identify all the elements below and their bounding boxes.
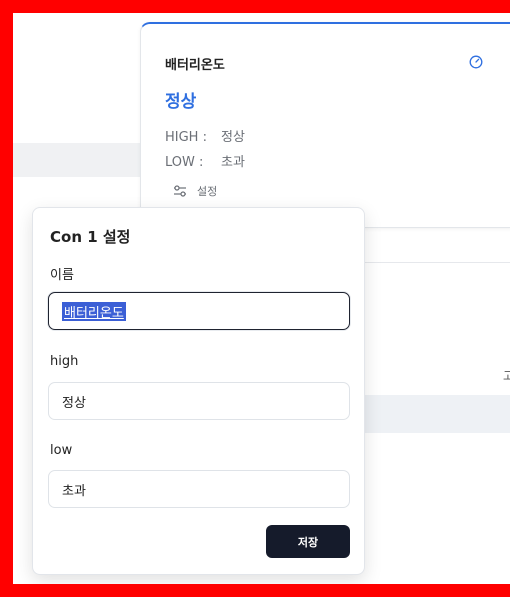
low-input[interactable]: 초과 bbox=[48, 470, 350, 508]
low-input-value: 초과 bbox=[62, 483, 86, 499]
low-value: 초과 bbox=[221, 155, 245, 170]
low-field-label: low bbox=[50, 443, 73, 458]
high-input[interactable]: 정상 bbox=[48, 382, 350, 420]
high-row: HIGH : 정상 bbox=[165, 126, 245, 145]
bg-column-header: 고 bbox=[503, 369, 510, 383]
sensor-card: 배터리온도 정상 HIGH : 정상 LOW : 초과 설정 bbox=[140, 22, 510, 228]
name-input[interactable]: 배터리온도 bbox=[48, 292, 350, 330]
name-label: 이름 bbox=[50, 268, 74, 283]
settings-popover: Con 1 설정 이름 배터리온도 high 정상 low 초과 저장 bbox=[32, 207, 365, 575]
gauge-icon[interactable] bbox=[469, 55, 483, 69]
settings-link[interactable]: 설정 bbox=[173, 183, 217, 199]
card-title: 배터리온도 bbox=[165, 58, 225, 73]
sliders-icon bbox=[174, 185, 186, 197]
high-input-value: 정상 bbox=[62, 395, 86, 411]
low-row: LOW : 초과 bbox=[165, 151, 245, 170]
bg-table-row bbox=[360, 395, 510, 433]
high-field-label: high bbox=[50, 354, 79, 369]
save-button[interactable]: 저장 bbox=[266, 525, 350, 558]
bg-divider bbox=[13, 143, 143, 177]
high-label: HIGH : bbox=[165, 130, 207, 145]
popover-title: Con 1 설정 bbox=[50, 228, 131, 246]
high-value: 정상 bbox=[221, 130, 245, 145]
settings-label: 설정 bbox=[197, 185, 218, 198]
bg-divider bbox=[360, 262, 510, 263]
highlight-frame-edge bbox=[500, 0, 510, 13]
name-input-value: 배터리온도 bbox=[62, 301, 126, 321]
low-label: LOW : bbox=[165, 155, 204, 170]
status-value: 정상 bbox=[165, 92, 197, 112]
